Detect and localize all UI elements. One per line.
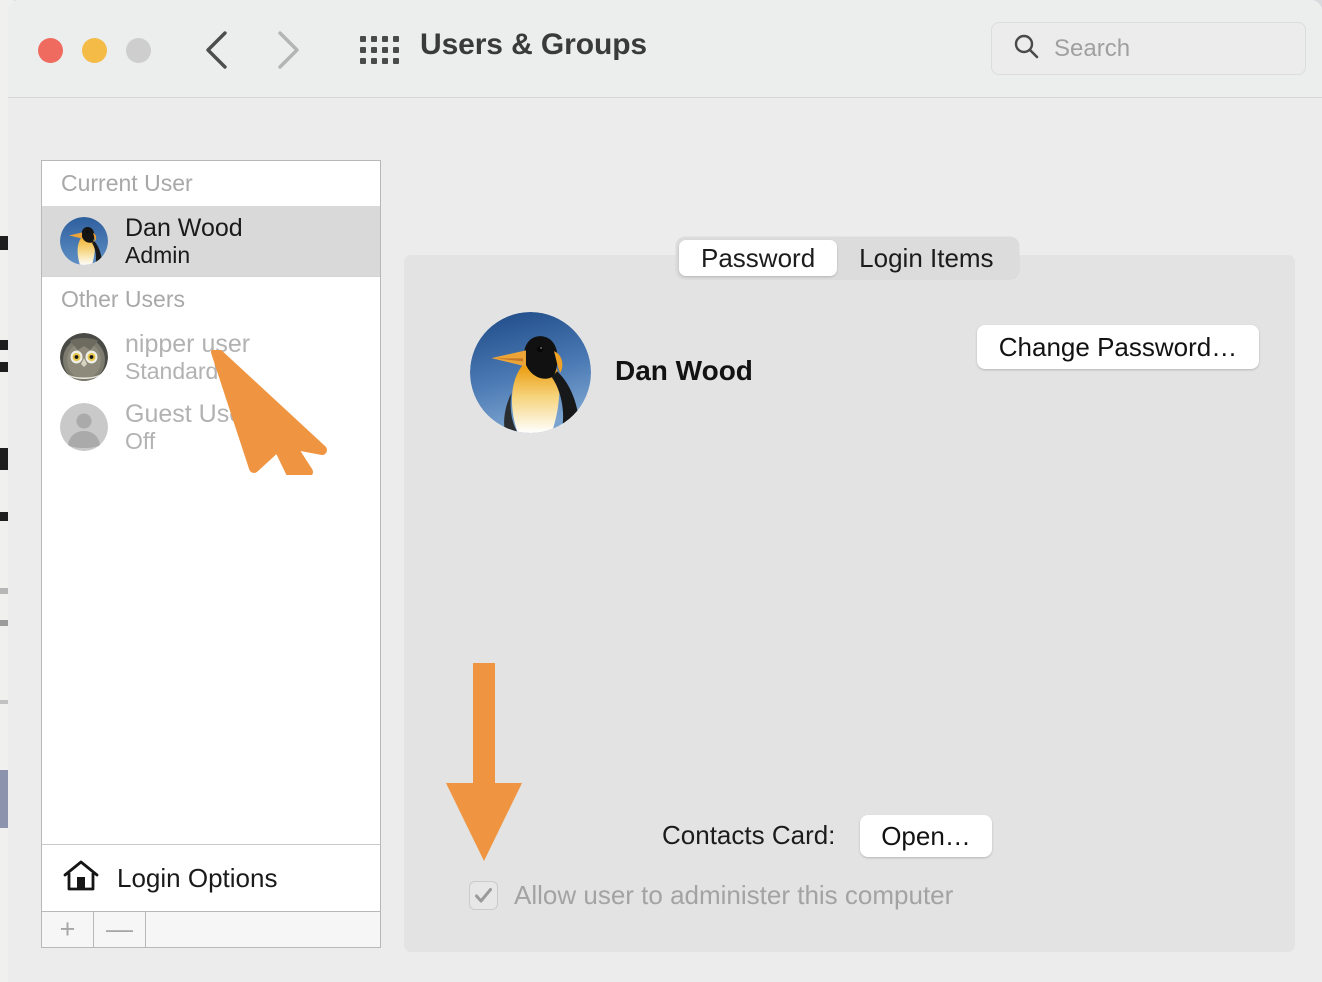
user-name: nipper user: [125, 329, 251, 358]
sidebar-item-dan-wood[interactable]: Dan Wood Admin: [42, 206, 380, 276]
group-header-current-user: Current User: [61, 170, 193, 196]
zoom-button[interactable]: [126, 38, 151, 63]
window-titlebar: Users & Groups Search: [8, 0, 1322, 98]
user-text-block: Dan Wood Admin: [125, 214, 243, 269]
panel-user-name: Dan Wood: [615, 355, 753, 386]
toolbar-filler: [146, 912, 380, 947]
minimize-button[interactable]: [82, 38, 107, 63]
remove-user-button[interactable]: —: [94, 912, 146, 947]
user-role: Standard: [125, 358, 219, 385]
navigation-arrows: [201, 27, 304, 73]
home-icon: [62, 859, 100, 898]
tab-password[interactable]: Password: [679, 240, 838, 276]
change-password-button[interactable]: Change Password…: [977, 325, 1259, 369]
group-header-other-users: Other Users: [61, 286, 185, 312]
user-name: Dan Wood: [125, 213, 243, 242]
back-chevron-icon[interactable]: [201, 27, 235, 73]
search-input[interactable]: Search: [991, 22, 1306, 75]
add-remove-user-toolbar: + —: [41, 911, 381, 948]
user-name: Guest User: [125, 399, 252, 428]
user-text-block: nipper user Standard: [125, 330, 250, 385]
admin-checkbox-row[interactable]: Allow user to administer this computer: [469, 880, 953, 911]
user-role: Admin: [125, 242, 191, 269]
sidebar-item-guest-user[interactable]: Guest User Off: [42, 392, 380, 462]
admin-checkbox-label: Allow user to administer this computer: [514, 880, 954, 910]
search-placeholder: Search: [1054, 34, 1131, 62]
close-button[interactable]: [38, 38, 63, 63]
tab-bar: Password Login Items: [676, 237, 1019, 279]
forward-chevron-icon[interactable]: [270, 27, 304, 73]
window-body: Current User Dan Wood Admin Other Users …: [8, 98, 1322, 982]
system-preferences-window: Users & Groups Search Current User Dan W…: [8, 0, 1322, 982]
person-avatar: [60, 403, 108, 451]
add-user-button[interactable]: +: [42, 912, 94, 947]
show-all-grid-icon[interactable]: [360, 36, 401, 66]
penguin-avatar: [60, 217, 108, 265]
user-text-block: Guest User Off: [125, 400, 251, 455]
login-options-row[interactable]: Login Options: [41, 844, 381, 912]
tab-login-items[interactable]: Login Items: [837, 240, 1015, 276]
admin-checkbox[interactable]: [469, 881, 498, 910]
contacts-card-label: Contacts Card:: [662, 820, 836, 850]
page-title: Users & Groups: [420, 28, 647, 61]
user-role: Off: [125, 428, 156, 455]
users-list: Current User Dan Wood Admin Other Users …: [41, 160, 381, 852]
search-icon: [1012, 32, 1040, 65]
login-options-label: Login Options: [117, 862, 278, 893]
open-contacts-card-button[interactable]: Open…: [860, 815, 992, 857]
sidebar-item-nipper-user[interactable]: nipper user Standard: [42, 322, 380, 392]
penguin-avatar[interactable]: [470, 312, 591, 433]
traffic-light-buttons: [38, 38, 151, 63]
owl-avatar: [60, 333, 108, 381]
password-panel: Dan Wood Change Password… Contacts Card:…: [404, 255, 1295, 952]
